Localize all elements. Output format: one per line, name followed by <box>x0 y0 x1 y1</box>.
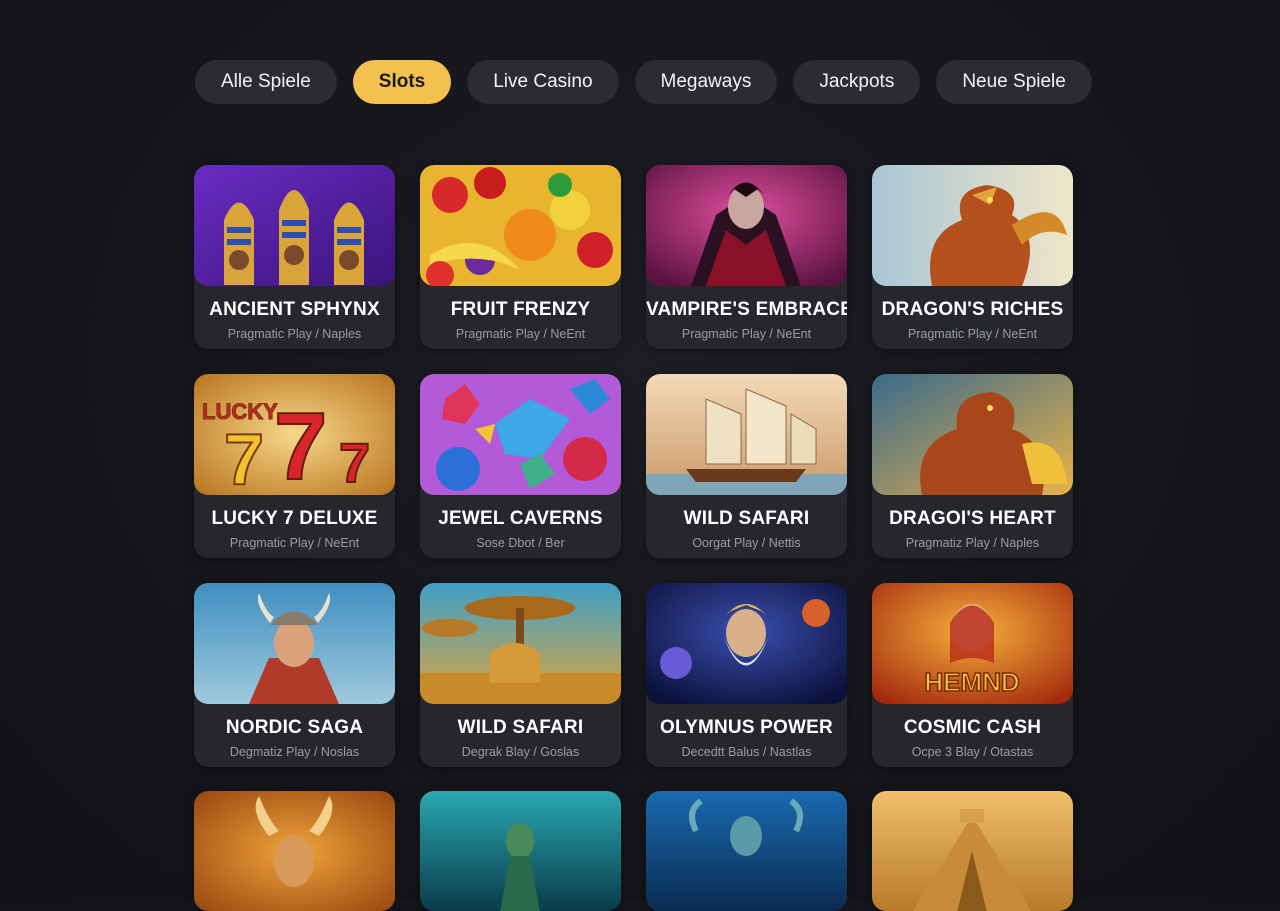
game-title: LUCKY 7 DELUXE <box>211 508 378 529</box>
game-provider: Degmatiz Play / Noslas <box>229 745 360 759</box>
svg-text:7: 7 <box>224 420 264 495</box>
game-title: DRAGON'S RICHES <box>881 299 1064 320</box>
game-provider: Pragmatic Play / NeEnt <box>681 327 812 341</box>
game-card[interactable]: DRAGOI'S HEART Pragmatiz Play / Naples <box>872 374 1073 558</box>
game-thumbnail-viking <box>194 583 395 704</box>
game-thumbnail-ship <box>646 374 847 495</box>
game-thumbnail-ocean <box>646 791 847 911</box>
tab-megaways[interactable]: Megaways <box>634 60 778 104</box>
game-card[interactable]: VAMPIRE'S EMBRACE Pragmatic Play / NeEnt <box>646 165 847 349</box>
game-title: OLYMNUS POWER <box>660 717 833 738</box>
game-card[interactable]: NORDIC SAGA Degmatiz Play / Noslas <box>194 583 395 767</box>
game-thumbnail-lucky7: LUCKY 7 7 7 <box>194 374 395 495</box>
svg-text:7: 7 <box>274 393 327 495</box>
game-title: DRAGOI'S HEART <box>889 508 1056 529</box>
tab-neue-spiele[interactable]: Neue Spiele <box>936 60 1092 104</box>
game-card[interactable] <box>194 791 395 911</box>
game-thumbnail-underwater <box>420 791 621 911</box>
tab-alle-spiele[interactable]: Alle Spiele <box>195 60 337 104</box>
game-provider: Pragmatiz Play / Naples <box>905 536 1040 550</box>
game-thumbnail-pharaoh <box>194 165 395 286</box>
tab-slots[interactable]: Slots <box>352 60 452 104</box>
category-tabs: Alle Spiele Slots Live Casino Megaways J… <box>195 60 1092 104</box>
game-provider: Pragmatic Play / Naples <box>227 327 362 341</box>
tab-jackpots[interactable]: Jackpots <box>793 60 921 104</box>
tab-live-casino[interactable]: Live Casino <box>467 60 619 104</box>
game-thumbnail-pyramid <box>872 791 1073 911</box>
game-grid-row-4 <box>194 791 1073 911</box>
game-card[interactable] <box>872 791 1073 911</box>
game-card[interactable]: HEMND COSMIC CASH Ocpe 3 Blay / Otastas <box>872 583 1073 767</box>
game-provider: Pragmatic Play / NeEnt <box>229 536 360 550</box>
game-thumbnail-horned <box>194 791 395 911</box>
game-grid: ANCIENT SPHYNX Pragmatic Play / Naples F… <box>194 165 1073 767</box>
game-thumbnail-safari <box>420 583 621 704</box>
game-title: NORDIC SAGA <box>225 717 364 738</box>
game-provider: Ocpe 3 Blay / Otastas <box>911 745 1034 759</box>
game-card[interactable]: OLYMNUS POWER Decedtt Balus / Nastlas <box>646 583 847 767</box>
game-title: FRUIT FRENZY <box>450 299 591 320</box>
game-title: COSMIC CASH <box>903 717 1042 738</box>
game-title: VAMPIRE'S EMBRACE <box>646 299 847 320</box>
game-card[interactable]: FRUIT FRENZY Pragmatic Play / NeEnt <box>420 165 621 349</box>
game-thumbnail-hemnd: HEMND <box>872 583 1073 704</box>
game-provider: Decedtt Balus / Nastlas <box>681 745 812 759</box>
game-card[interactable] <box>646 791 847 911</box>
svg-text:7: 7 <box>339 431 370 494</box>
game-card[interactable]: WILD SAFARI Oorgat Play / Nettis <box>646 374 847 558</box>
game-card[interactable]: WILD SAFARI Degrak Blay / Goslas <box>420 583 621 767</box>
game-thumbnail-dragon2 <box>872 374 1073 495</box>
game-card[interactable]: DRAGON'S RICHES Pragmatic Play / NeEnt <box>872 165 1073 349</box>
game-provider: Oorgat Play / Nettis <box>692 536 801 550</box>
game-title: ANCIENT SPHYNX <box>209 299 380 320</box>
game-thumbnail-jewels <box>420 374 621 495</box>
game-card[interactable]: ANCIENT SPHYNX Pragmatic Play / Naples <box>194 165 395 349</box>
game-card[interactable] <box>420 791 621 911</box>
game-provider: Degrak Blay / Goslas <box>461 745 580 759</box>
game-thumbnail-dragon <box>872 165 1073 286</box>
game-provider: Sose Dbot / Ber <box>476 536 565 550</box>
game-title: WILD SAFARI <box>683 508 810 529</box>
game-thumbnail-vampire <box>646 165 847 286</box>
game-thumbnail-zeus <box>646 583 847 704</box>
game-title: JEWEL CAVERNS <box>438 508 603 529</box>
game-card[interactable]: JEWEL CAVERNS Sose Dbot / Ber <box>420 374 621 558</box>
game-card[interactable]: LUCKY 7 7 7 LUCKY 7 DELUXE Pragmatic Pla… <box>194 374 395 558</box>
game-provider: Pragmatic Play / NeEnt <box>907 327 1038 341</box>
game-logo-text: HEMND <box>924 667 1019 697</box>
game-title: WILD SAFARI <box>457 717 584 738</box>
game-thumbnail-fruit <box>420 165 621 286</box>
game-provider: Pragmatic Play / NeEnt <box>455 327 586 341</box>
